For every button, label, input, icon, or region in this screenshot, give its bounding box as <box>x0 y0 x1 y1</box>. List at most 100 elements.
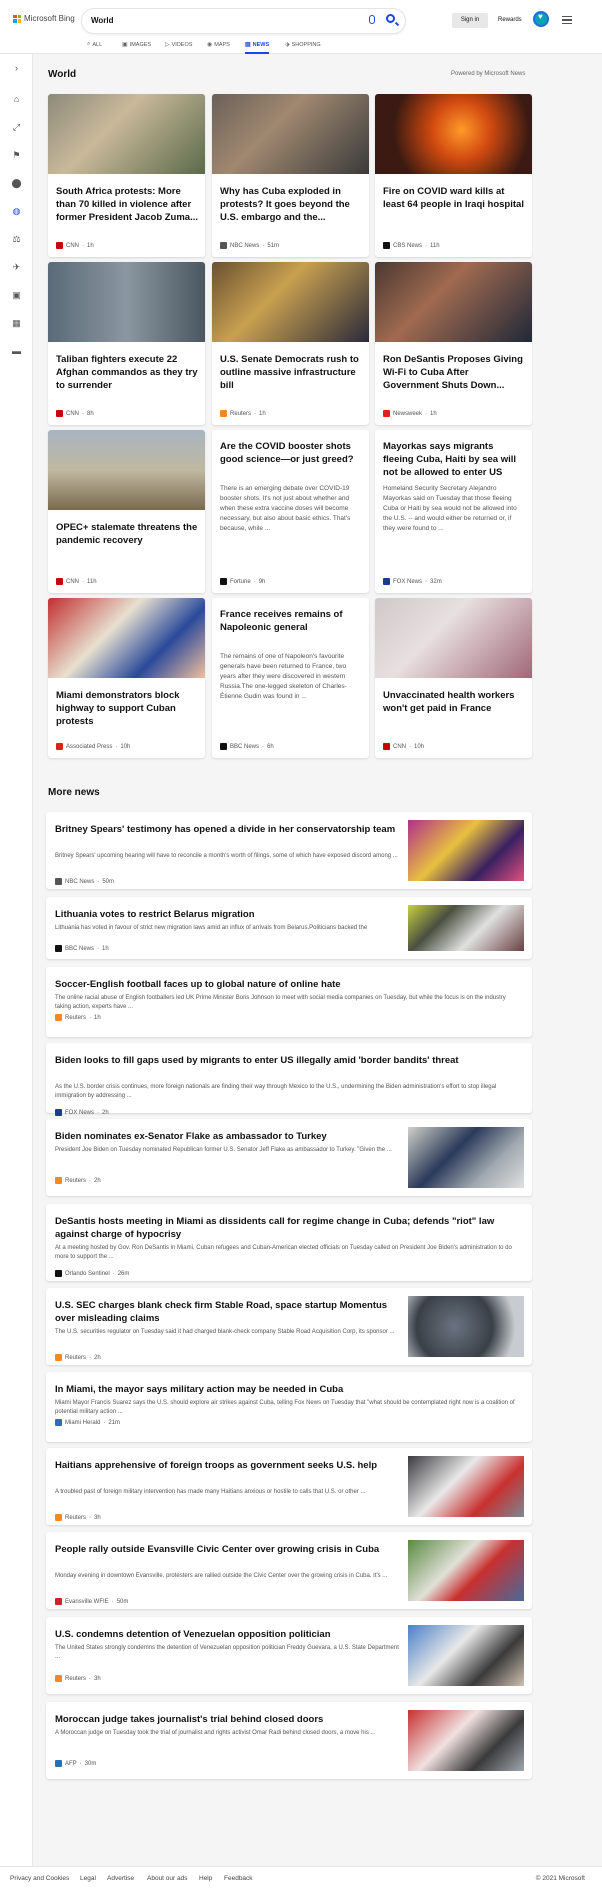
news-card[interactable]: Miami demonstrators block highway to sup… <box>48 598 205 758</box>
news-card-source[interactable]: CNN · 10h <box>383 743 424 750</box>
microphone-icon[interactable] <box>369 15 375 24</box>
news-card[interactable]: U.S. Senate Democrats rush to outline ma… <box>212 262 369 425</box>
news-card-title[interactable]: South Africa protests: More than 70 kill… <box>56 185 199 224</box>
news-card-source[interactable]: Associated Press · 10h <box>56 743 130 750</box>
news-card-source[interactable]: Reuters · 1h <box>220 410 266 417</box>
news-list-item[interactable]: Haitians apprehensive of foreign troops … <box>46 1448 532 1525</box>
news-item-source[interactable]: Orlando Sentinel · 26m <box>55 1270 129 1277</box>
news-list-item[interactable]: Britney Spears' testimony has opened a d… <box>46 812 532 889</box>
news-card-source[interactable]: CBS News · 11h <box>383 242 440 249</box>
news-item-title[interactable]: DeSantis hosts meeting in Miami as dissi… <box>55 1215 523 1241</box>
footer-link-legal[interactable]: Legal <box>80 1875 96 1882</box>
news-card[interactable]: Ron DeSantis Proposes Giving Wi-Fi to Cu… <box>375 262 532 425</box>
news-card-image[interactable] <box>48 598 205 678</box>
news-item-title[interactable]: Biden looks to fill gaps used by migrant… <box>55 1054 523 1067</box>
news-item-title[interactable]: U.S. SEC charges blank check firm Stable… <box>55 1299 400 1325</box>
flag-icon[interactable]: ⚑ <box>11 150 22 161</box>
news-item-thumbnail[interactable] <box>408 820 524 881</box>
news-card-title[interactable]: Are the COVID booster shots good science… <box>220 440 363 466</box>
news-card-title[interactable]: Ron DeSantis Proposes Giving Wi-Fi to Cu… <box>383 353 526 392</box>
news-card[interactable]: Are the COVID booster shots good science… <box>212 430 369 593</box>
news-card-image[interactable] <box>375 94 532 174</box>
news-list-item[interactable]: Biden nominates ex-Senator Flake as amba… <box>46 1119 532 1196</box>
news-item-title[interactable]: Biden nominates ex-Senator Flake as amba… <box>55 1130 400 1143</box>
news-card-title[interactable]: Taliban fighters execute 22 Afghan comma… <box>56 353 199 392</box>
news-item-source[interactable]: FOX News · 2h <box>55 1109 109 1116</box>
news-card-image[interactable] <box>48 430 205 510</box>
news-card-title[interactable]: Miami demonstrators block highway to sup… <box>56 689 199 728</box>
news-list-item[interactable]: In Miami, the mayor says military action… <box>46 1372 532 1442</box>
news-item-thumbnail[interactable] <box>408 1456 524 1517</box>
news-list-item[interactable]: U.S. condemns detention of Venezuelan op… <box>46 1617 532 1694</box>
rewards-icon[interactable] <box>533 11 549 27</box>
news-list-item[interactable]: People rally outside Evansville Civic Ce… <box>46 1532 532 1609</box>
entertainment-icon[interactable]: ▣ <box>11 290 22 301</box>
news-item-thumbnail[interactable] <box>408 905 524 951</box>
news-item-title[interactable]: Lithuania votes to restrict Belarus migr… <box>55 908 400 921</box>
news-item-source[interactable]: Reuters · 3h <box>55 1514 101 1521</box>
tab-images[interactable]: ▣ IMAGES <box>122 41 151 49</box>
menu-icon[interactable] <box>562 16 572 24</box>
science-icon[interactable]: ✈ <box>11 262 22 273</box>
news-list-item[interactable]: U.S. SEC charges blank check firm Stable… <box>46 1288 532 1365</box>
globe-icon[interactable]: ◍ <box>11 206 22 217</box>
news-card-title[interactable]: U.S. Senate Democrats rush to outline ma… <box>220 353 363 392</box>
news-list-item[interactable]: Biden looks to fill gaps used by migrant… <box>46 1043 532 1116</box>
news-card[interactable]: France receives remains of Napoleonic ge… <box>212 598 369 758</box>
tab-shopping[interactable]: ⬗ SHOPPING <box>285 41 321 49</box>
news-card-title[interactable]: France receives remains of Napoleonic ge… <box>220 608 363 634</box>
news-item-source[interactable]: AFP · 30m <box>55 1760 96 1767</box>
news-card-source[interactable]: FOX News · 32m <box>383 578 442 585</box>
rewards-link[interactable]: Rewards <box>498 17 522 23</box>
news-card-source[interactable]: NBC News · 51m <box>220 242 279 249</box>
news-card-title[interactable]: Why has Cuba exploded in protests? It go… <box>220 185 363 224</box>
footer-link-privacy[interactable]: Privacy and Cookies <box>10 1875 69 1882</box>
news-item-source[interactable]: Evansville WFIE · 50m <box>55 1598 128 1605</box>
politics-icon[interactable]: ⚖ <box>11 234 22 245</box>
news-item-thumbnail[interactable] <box>408 1127 524 1188</box>
news-list-item[interactable]: DeSantis hosts meeting in Miami as dissi… <box>46 1204 532 1281</box>
news-card-title[interactable]: Unvaccinated health workers won't get pa… <box>383 689 526 715</box>
news-card[interactable]: OPEC+ stalemate threatens the pandemic r… <box>48 430 205 593</box>
news-item-title[interactable]: People rally outside Evansville Civic Ce… <box>55 1543 400 1556</box>
news-item-source[interactable]: Miami Herald · 21m <box>55 1419 120 1426</box>
footer-link-about-ads[interactable]: About our ads <box>147 1875 187 1882</box>
news-card-image[interactable] <box>48 94 205 174</box>
news-item-title[interactable]: Haitians apprehensive of foreign troops … <box>55 1459 400 1472</box>
search-icon[interactable] <box>386 14 395 23</box>
news-list-item[interactable]: Moroccan judge takes journalist's trial … <box>46 1702 532 1779</box>
home-icon[interactable]: ⌂ <box>11 94 22 105</box>
news-item-source[interactable]: NBC News · 50m <box>55 878 114 885</box>
tab-all[interactable]: ⌕ ALL <box>87 41 102 48</box>
expand-icon[interactable]: › <box>11 63 22 74</box>
news-card-image[interactable] <box>375 262 532 342</box>
tab-videos[interactable]: ▷ VIDEOS <box>165 41 192 49</box>
news-card-image[interactable] <box>48 262 205 342</box>
footer-link-feedback[interactable]: Feedback <box>224 1875 253 1882</box>
location-icon[interactable]: ⬤ <box>11 178 22 189</box>
news-item-thumbnail[interactable] <box>408 1710 524 1771</box>
news-card-source[interactable]: CNN · 8h <box>56 410 94 417</box>
powered-by[interactable]: Powered by Microsoft News <box>451 71 525 77</box>
news-item-source[interactable]: Reuters · 3h <box>55 1675 101 1682</box>
news-card-source[interactable]: BBC News · 6h <box>220 743 274 750</box>
bing-logo[interactable]: Microsoft Bing <box>13 14 75 23</box>
search-query[interactable]: World <box>91 16 114 25</box>
news-list-item[interactable]: Lithuania votes to restrict Belarus migr… <box>46 897 532 959</box>
news-item-source[interactable]: BBC News · 1h <box>55 945 109 952</box>
news-card-source[interactable]: CNN · 11h <box>56 578 97 585</box>
news-card-title[interactable]: Mayorkas says migrants fleeing Cuba, Hai… <box>383 440 526 479</box>
news-item-title[interactable]: Britney Spears' testimony has opened a d… <box>55 823 400 836</box>
news-item-thumbnail[interactable] <box>408 1296 524 1357</box>
news-item-source[interactable]: Reuters · 2h <box>55 1177 101 1184</box>
tab-news[interactable]: ▤ NEWS <box>245 41 270 54</box>
news-card[interactable]: Why has Cuba exploded in protests? It go… <box>212 94 369 257</box>
news-item-title[interactable]: In Miami, the mayor says military action… <box>55 1383 523 1396</box>
news-item-title[interactable]: Moroccan judge takes journalist's trial … <box>55 1713 400 1726</box>
footer-link-advertise[interactable]: Advertise <box>107 1875 134 1882</box>
news-card-image[interactable] <box>375 598 532 678</box>
news-item-title[interactable]: U.S. condemns detention of Venezuelan op… <box>55 1628 400 1641</box>
footer-link-help[interactable]: Help <box>199 1875 212 1882</box>
news-item-thumbnail[interactable] <box>408 1540 524 1601</box>
search-input[interactable]: World <box>82 9 405 33</box>
